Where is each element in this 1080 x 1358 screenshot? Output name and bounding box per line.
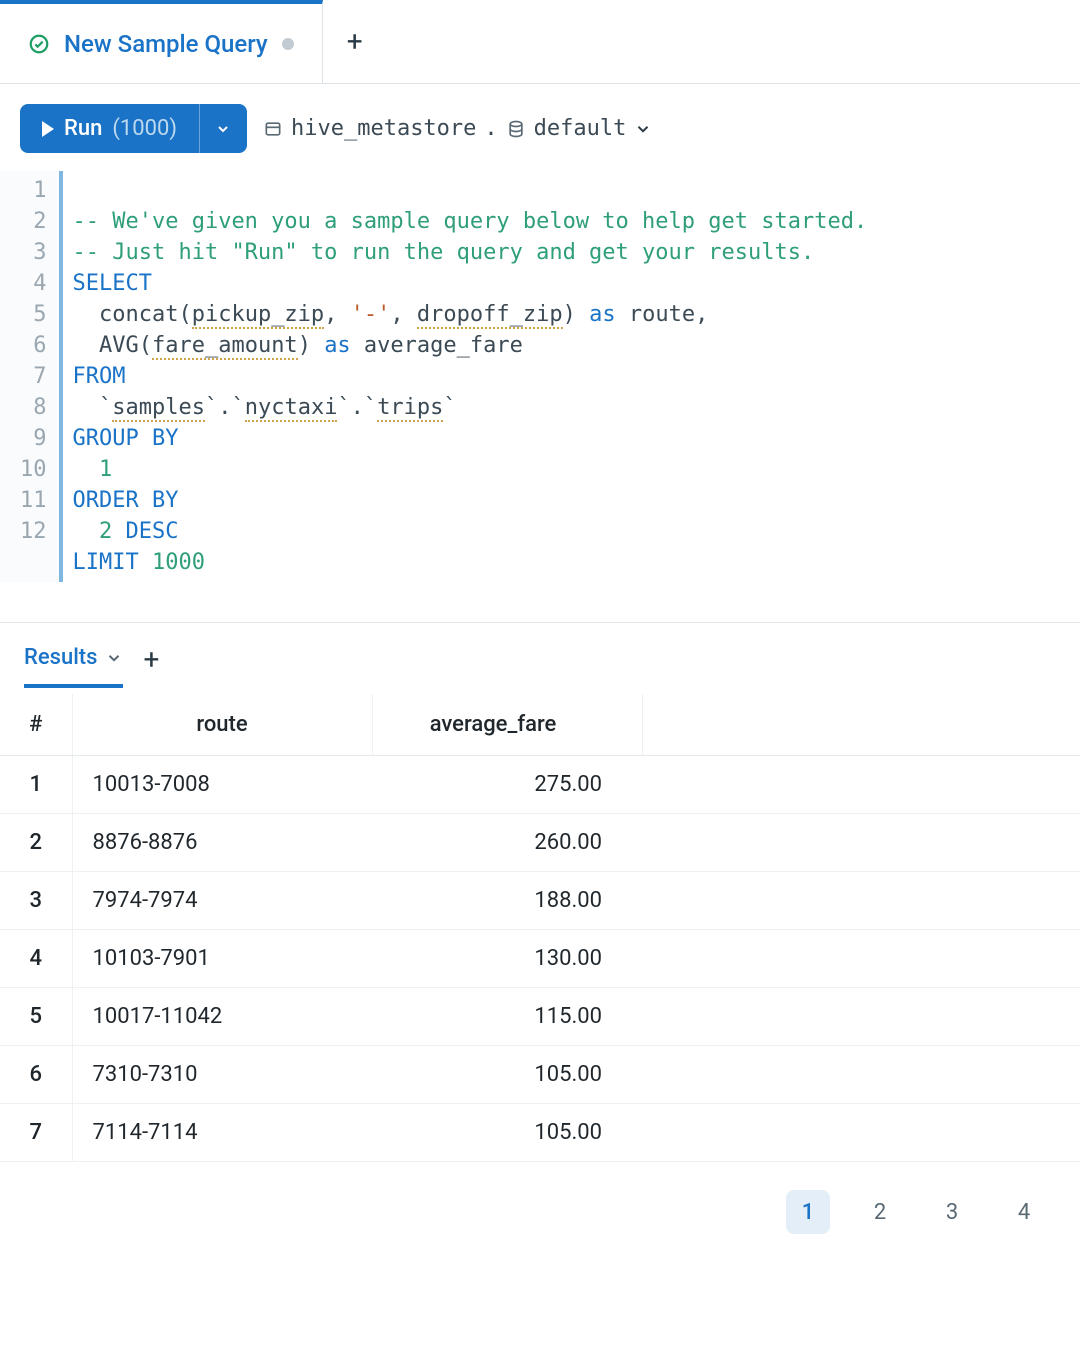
- col-header-fare[interactable]: average_fare: [372, 694, 642, 756]
- active-tab[interactable]: New Sample Query: [0, 0, 323, 83]
- add-visualization-button[interactable]: +: [143, 643, 159, 690]
- table-row[interactable]: 510017-11042115.00: [0, 988, 1080, 1046]
- cell-fare: 105.00: [372, 1104, 642, 1162]
- cell-fare: 130.00: [372, 930, 642, 988]
- results-tab-label: Results: [24, 645, 97, 670]
- run-dropdown-button[interactable]: [199, 104, 247, 153]
- results-tab[interactable]: Results: [24, 645, 123, 688]
- cell-route: 7974-7974: [72, 872, 372, 930]
- cell-route: 8876-8876: [72, 814, 372, 872]
- cell-route: 7310-7310: [72, 1046, 372, 1104]
- col-header-index[interactable]: #: [0, 694, 72, 756]
- table-row[interactable]: 67310-7310105.00: [0, 1046, 1080, 1104]
- code-area[interactable]: -- We've given you a sample query below …: [63, 171, 878, 582]
- page-button[interactable]: 3: [930, 1190, 974, 1234]
- table-row[interactable]: 77114-7114105.00: [0, 1104, 1080, 1162]
- play-icon: [42, 121, 54, 137]
- add-tab-button[interactable]: +: [323, 0, 387, 83]
- chevron-down-icon: [634, 120, 652, 138]
- pagination: 1 2 3 4: [0, 1162, 1080, 1258]
- cell-empty: [642, 930, 1080, 988]
- table-row[interactable]: 410103-7901130.00: [0, 930, 1080, 988]
- table-row[interactable]: 37974-7974188.00: [0, 872, 1080, 930]
- cell-fare: 115.00: [372, 988, 642, 1046]
- plus-icon: +: [347, 25, 363, 58]
- cell-index: 6: [0, 1046, 72, 1104]
- catalog-icon: [263, 119, 283, 139]
- cell-index: 2: [0, 814, 72, 872]
- cell-empty: [642, 1104, 1080, 1162]
- catalog-name: hive_metastore: [291, 116, 476, 141]
- results-tabs: Results +: [0, 623, 1080, 690]
- cell-fare: 105.00: [372, 1046, 642, 1104]
- table-row[interactable]: 110013-7008275.00: [0, 756, 1080, 814]
- unsaved-indicator-icon: [282, 38, 294, 50]
- cell-empty: [642, 756, 1080, 814]
- page-button[interactable]: 1: [786, 1190, 830, 1234]
- col-header-route[interactable]: route: [72, 694, 372, 756]
- cell-index: 5: [0, 988, 72, 1046]
- page-button[interactable]: 2: [858, 1190, 902, 1234]
- line-gutter: 1 2 3 4 5 6 7 8 9 10 11 12: [0, 171, 63, 582]
- status-success-icon: [28, 33, 50, 55]
- catalog-breadcrumb[interactable]: hive_metastore . default: [263, 116, 652, 141]
- sql-editor[interactable]: 1 2 3 4 5 6 7 8 9 10 11 12 -- We've give…: [0, 171, 1080, 623]
- cell-route: 7114-7114: [72, 1104, 372, 1162]
- cell-index: 7: [0, 1104, 72, 1162]
- cell-route: 10017-11042: [72, 988, 372, 1046]
- run-limit: (1000): [112, 116, 177, 141]
- cell-fare: 188.00: [372, 872, 642, 930]
- run-label: Run: [64, 116, 102, 141]
- toolbar: Run (1000) hive_metastore . default: [0, 84, 1080, 171]
- cell-fare: 275.00: [372, 756, 642, 814]
- tab-title: New Sample Query: [64, 30, 268, 58]
- table-row[interactable]: 28876-8876260.00: [0, 814, 1080, 872]
- run-button[interactable]: Run (1000): [20, 104, 199, 153]
- cell-empty: [642, 988, 1080, 1046]
- page-button[interactable]: 4: [1002, 1190, 1046, 1234]
- cell-index: 3: [0, 872, 72, 930]
- plus-icon: +: [143, 643, 159, 676]
- cell-empty: [642, 872, 1080, 930]
- cell-route: 10013-7008: [72, 756, 372, 814]
- cell-fare: 260.00: [372, 814, 642, 872]
- results-table: # route average_fare 110013-7008275.0028…: [0, 694, 1080, 1162]
- schema-icon: [506, 119, 526, 139]
- cell-empty: [642, 814, 1080, 872]
- run-button-group: Run (1000): [20, 104, 247, 153]
- chevron-down-icon: [105, 649, 123, 667]
- col-header-empty: [642, 694, 1080, 756]
- breadcrumb-separator: .: [484, 116, 497, 141]
- query-tabs: New Sample Query +: [0, 0, 1080, 84]
- cell-route: 10103-7901: [72, 930, 372, 988]
- cell-index: 1: [0, 756, 72, 814]
- cell-empty: [642, 1046, 1080, 1104]
- schema-name: default: [534, 116, 627, 141]
- chevron-down-icon: [215, 121, 231, 137]
- cell-index: 4: [0, 930, 72, 988]
